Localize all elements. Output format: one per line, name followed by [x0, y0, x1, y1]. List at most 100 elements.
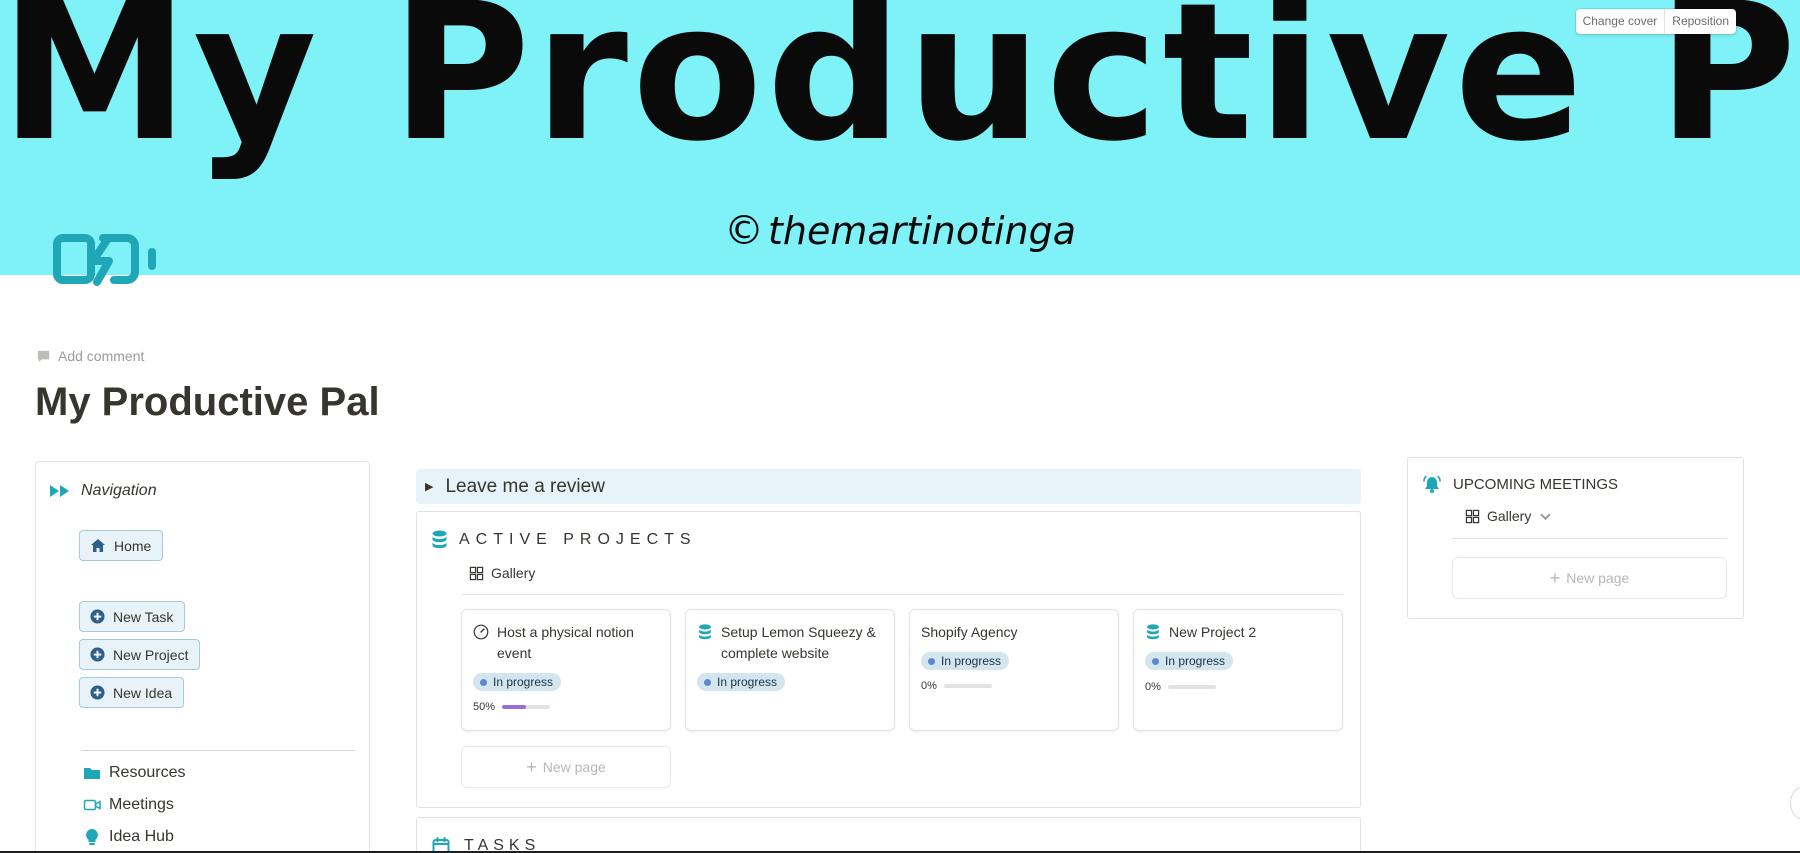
- plus-icon: +: [526, 756, 537, 777]
- navigation-title: Navigation: [81, 482, 157, 499]
- project-card[interactable]: New Project 2 In progress 0%: [1133, 609, 1343, 731]
- cover-title: My Productive Pal: [0, 0, 1800, 183]
- copyright-symbol: ©: [723, 208, 764, 254]
- nav-link-label: Idea Hub: [109, 828, 174, 845]
- new-project-button[interactable]: New Project: [79, 639, 201, 670]
- progress-indicator: 0%: [1145, 681, 1216, 693]
- gallery-view-tab[interactable]: Gallery: [469, 565, 535, 581]
- card-title: New Project 2: [1145, 622, 1332, 643]
- review-toggle[interactable]: ▶ Leave me a review: [416, 469, 1361, 504]
- add-comment-label: Add comment: [58, 348, 145, 364]
- active-projects-header: ACTIVE PROJECTS: [432, 530, 697, 549]
- active-projects-title: ACTIVE PROJECTS: [459, 530, 697, 548]
- progress-indicator: 0%: [921, 680, 992, 692]
- project-card[interactable]: Shopify Agency In progress 0%: [909, 609, 1119, 731]
- plus-icon: +: [1549, 567, 1561, 588]
- progress-label: 50%: [473, 701, 496, 713]
- new-task-label: New Task: [113, 608, 174, 625]
- navigation-header: Navigation: [49, 482, 157, 500]
- folder-icon: [84, 768, 100, 779]
- gallery-icon: [469, 566, 484, 580]
- nav-link-label: Resources: [109, 764, 186, 781]
- fast-forward-icon: [50, 485, 69, 497]
- status-dot: [928, 657, 935, 665]
- card-title: Setup Lemon Squeezy & complete website: [697, 622, 884, 664]
- new-task-button[interactable]: New Task: [79, 601, 186, 632]
- add-comment-button[interactable]: Add comment: [36, 348, 144, 364]
- change-cover-button[interactable]: Change cover: [1576, 9, 1665, 34]
- card-title-text: Host a physical notion event: [497, 624, 634, 661]
- nav-link-idea-hub[interactable]: Idea Hub: [83, 828, 174, 846]
- new-page-button[interactable]: + New page: [461, 746, 671, 788]
- tasks-database: TASKS: [416, 817, 1361, 853]
- nav-link-label: Meetings: [109, 796, 174, 813]
- database-icon: [432, 530, 447, 549]
- home-button[interactable]: Home: [79, 530, 164, 561]
- status-dot: [480, 678, 487, 686]
- nav-link-meetings[interactable]: Meetings: [83, 796, 174, 814]
- new-idea-label: New Idea: [113, 684, 173, 701]
- database-icon: [699, 624, 711, 640]
- view-tab-label: Gallery: [1487, 508, 1532, 524]
- progress-indicator: 50%: [473, 701, 551, 713]
- new-page-label: New page: [542, 759, 606, 775]
- database-icon: [1147, 624, 1159, 640]
- reposition-button[interactable]: Reposition: [1664, 9, 1736, 34]
- status-label: In progress: [717, 675, 778, 689]
- card-title: Shopify Agency: [921, 622, 1108, 643]
- battery-charging-icon[interactable]: [52, 232, 162, 294]
- progress-fill: [502, 705, 527, 709]
- plus-circle-icon: [90, 647, 105, 662]
- view-tab-label: Gallery: [491, 565, 536, 581]
- gallery-view-tab[interactable]: Gallery: [1465, 508, 1553, 524]
- card-title-text: Setup Lemon Squeezy & complete website: [721, 624, 876, 661]
- video-camera-icon: [83, 799, 101, 811]
- plus-circle-icon: [90, 685, 105, 700]
- help-button[interactable]: [1790, 786, 1800, 820]
- meetings-title: UPCOMING MEETINGS: [1453, 476, 1619, 493]
- new-page-button[interactable]: + New page: [1452, 557, 1727, 599]
- status-badge: In progress: [473, 673, 562, 691]
- home-button-label: Home: [114, 537, 152, 554]
- status-badge: In progress: [1145, 652, 1234, 670]
- home-icon: [91, 539, 105, 552]
- upcoming-meetings-database: UPCOMING MEETINGS Gallery + New page: [1407, 457, 1744, 619]
- chevron-down-icon[interactable]: [1538, 509, 1553, 524]
- navigation-panel: Navigation Home New Task New Project New…: [35, 461, 370, 853]
- project-card[interactable]: Setup Lemon Squeezy & complete website I…: [685, 609, 895, 731]
- progress-bar: [502, 705, 551, 709]
- progress-bar: [943, 684, 992, 688]
- new-project-label: New Project: [113, 646, 189, 663]
- view-divider: [461, 594, 1343, 595]
- comment-icon: [37, 350, 50, 362]
- status-dot: [704, 678, 711, 686]
- plus-circle-icon: [90, 609, 105, 624]
- progress-label: 0%: [921, 680, 937, 692]
- progress-bar: [1167, 685, 1216, 689]
- status-label: In progress: [1165, 654, 1226, 668]
- cover-credit-name: themartinotinga: [767, 209, 1077, 253]
- nav-link-resources[interactable]: Resources: [83, 764, 185, 782]
- gallery-icon: [1465, 509, 1480, 523]
- review-toggle-label: Leave me a review: [445, 475, 605, 497]
- page-title[interactable]: My Productive Pal: [35, 380, 380, 425]
- page-cover: My Productive Pal © themartinotinga Chang…: [0, 0, 1800, 275]
- lightbulb-icon: [86, 829, 98, 845]
- meetings-header: UPCOMING MEETINGS: [1423, 475, 1618, 494]
- card-title: Host a physical notion event: [473, 622, 660, 664]
- progress-label: 0%: [1145, 681, 1161, 693]
- status-label: In progress: [941, 654, 1002, 668]
- project-card[interactable]: Host a physical notion event In progress…: [461, 609, 671, 731]
- cover-controls: Change cover Reposition: [1575, 9, 1736, 34]
- toggle-triangle-icon[interactable]: ▶: [425, 480, 433, 493]
- cover-credit: © themartinotinga: [0, 208, 1800, 254]
- divider: [81, 750, 355, 751]
- status-dot: [1152, 657, 1159, 665]
- active-projects-database: ACTIVE PROJECTS Gallery Host a physical …: [416, 511, 1361, 808]
- bell-ringing-icon: [1423, 475, 1441, 493]
- card-title-text: New Project 2: [1169, 624, 1257, 640]
- status-badge: In progress: [697, 673, 786, 691]
- new-page-label: New page: [1566, 570, 1630, 586]
- card-title-text: Shopify Agency: [921, 624, 1018, 640]
- new-idea-button[interactable]: New Idea: [79, 677, 185, 708]
